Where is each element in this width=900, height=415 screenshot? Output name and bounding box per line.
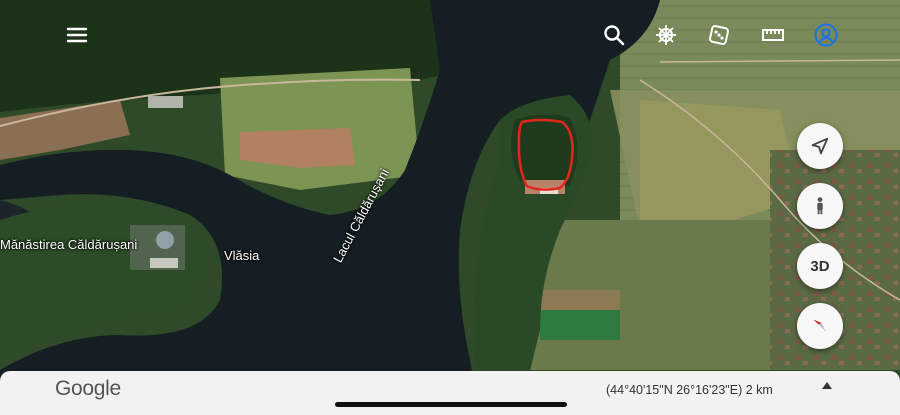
- map-label-monastery[interactable]: Mănăstirea Căldărușani: [0, 237, 137, 252]
- map-label-village[interactable]: Vlăsia: [224, 248, 259, 263]
- feeling-lucky-button[interactable]: [699, 15, 739, 55]
- three-d-label: 3D: [810, 257, 830, 275]
- three-d-button[interactable]: 3D: [797, 243, 843, 289]
- satellite-map[interactable]: [0, 0, 900, 415]
- menu-icon: [66, 27, 88, 43]
- search-button[interactable]: [594, 15, 634, 55]
- coordinates-scale-readout: (44°40'15"N 26°16'23"E) 2 km: [606, 383, 773, 397]
- measure-button[interactable]: [753, 15, 793, 55]
- home-indicator[interactable]: [335, 402, 567, 407]
- my-location-button[interactable]: [797, 123, 843, 169]
- ruler-icon: [762, 29, 784, 41]
- menu-button[interactable]: [57, 15, 97, 55]
- navigation-arrow-icon: [811, 137, 829, 155]
- dice-icon: [709, 25, 729, 45]
- account-icon: [814, 23, 838, 47]
- voyager-button[interactable]: [646, 15, 686, 55]
- compass-button[interactable]: [797, 303, 843, 349]
- ship-wheel-icon: [656, 25, 676, 45]
- bottom-info-bar: Google (44°40'15"N 26°16'23"E) 2 km: [0, 371, 900, 415]
- pegman-icon: [817, 197, 823, 215]
- street-view-button[interactable]: [797, 183, 843, 229]
- profile-button[interactable]: [806, 15, 846, 55]
- search-icon: [604, 25, 625, 46]
- expand-panel-icon[interactable]: [822, 382, 832, 389]
- google-logo: Google: [55, 377, 121, 400]
- compass-icon: [813, 319, 827, 333]
